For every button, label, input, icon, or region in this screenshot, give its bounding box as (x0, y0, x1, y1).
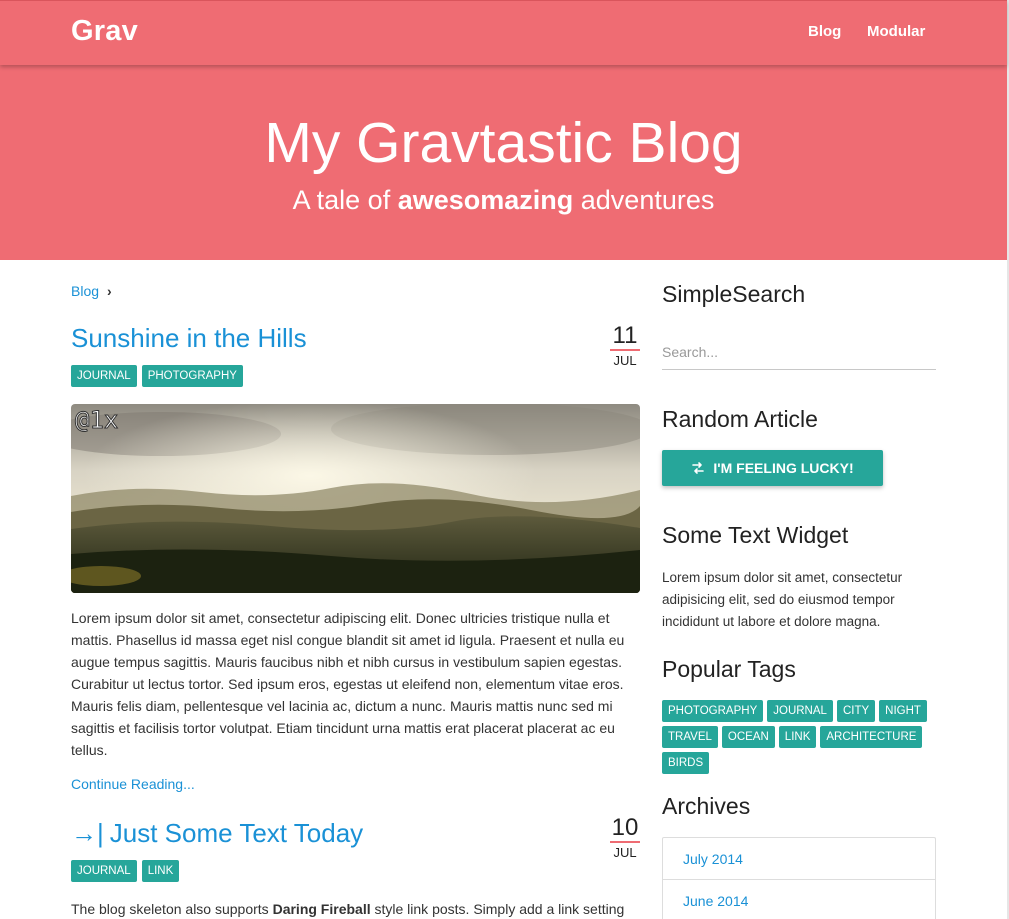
archives-heading: Archives (662, 793, 751, 819)
blog-subtitle: A tale of awesomazing adventures (292, 185, 715, 215)
tag-journal[interactable]: JOURNAL (767, 700, 833, 722)
tag-ocean[interactable]: OCEAN (721, 726, 775, 748)
tag-journal[interactable]: JOURNAL (71, 860, 137, 882)
tag-link[interactable]: LINK (141, 860, 180, 882)
search-input[interactable] (662, 334, 936, 370)
post-tags-1: JOURNAL PHOTOGRAPHY (71, 365, 243, 387)
hero-banner: My Gravtastic Blog A tale of awesomazing… (0, 65, 1007, 260)
post-date-month: JUL (613, 845, 637, 860)
feeling-lucky-label: I'M FEELING LUCKY! (713, 460, 854, 476)
post-excerpt-2: The blog skeleton also supports Daring F… (71, 901, 625, 917)
archives-list: July 2014 June 2014 (662, 837, 936, 919)
post-title-2-text: Just Some Text Today (109, 818, 364, 848)
popular-tags-heading: Popular Tags (662, 656, 796, 682)
site-logo[interactable]: Grav (71, 15, 138, 48)
continue-reading-link[interactable]: Continue Reading... (71, 776, 195, 792)
hills-landscape-image (71, 404, 640, 593)
post-date-day: 11 (610, 323, 640, 351)
breadcrumb-blog-link[interactable]: Blog (71, 283, 99, 299)
arrow-to-right-icon: →| (71, 818, 104, 848)
archive-item-june-2014[interactable]: June 2014 (663, 880, 935, 919)
tag-travel[interactable]: TRAVEL (662, 726, 718, 748)
tag-birds[interactable]: BIRDS (662, 752, 710, 774)
tag-city[interactable]: CITY (836, 700, 876, 722)
text-widget-heading: Some Text Widget (662, 522, 849, 548)
nav-link-blog[interactable]: Blog (808, 23, 841, 40)
top-navbar: Grav Blog Modular (0, 0, 1007, 65)
image-resolution-badge: @1x (74, 406, 119, 435)
nav-link-modular[interactable]: Modular (867, 23, 925, 40)
breadcrumb: Blog › (71, 283, 112, 299)
tag-photography[interactable]: PHOTOGRAPHY (141, 365, 243, 387)
post-title-1[interactable]: Sunshine in the Hills (71, 323, 307, 354)
tag-architecture[interactable]: ARCHITECTURE (820, 726, 923, 748)
breadcrumb-separator: › (107, 283, 112, 299)
text-widget-body: Lorem ipsum dolor sit amet, consectetur … (662, 570, 903, 629)
post-date-2: 10 JUL (610, 815, 640, 860)
random-article-heading: Random Article (662, 406, 818, 432)
post-date-day: 10 (610, 814, 640, 843)
tag-night[interactable]: NIGHT (879, 700, 927, 722)
post-excerpt-1: Lorem ipsum dolor sit amet, consectetur … (71, 610, 625, 758)
popular-tags-list: PHOTOGRAPHY JOURNAL CITY NIGHT TRAVEL OC… (662, 700, 942, 774)
shuffle-icon (692, 462, 705, 474)
post-date-1: 11 JUL (610, 323, 640, 368)
tag-link[interactable]: LINK (778, 726, 817, 748)
post-title-2[interactable]: →| Just Some Text Today (71, 818, 363, 849)
feeling-lucky-button[interactable]: I'M FEELING LUCKY! (662, 450, 883, 486)
archive-item-july-2014[interactable]: July 2014 (663, 838, 935, 880)
tag-journal[interactable]: JOURNAL (71, 365, 137, 387)
post-hero-image[interactable]: @1x (71, 404, 640, 593)
post-tags-2: JOURNAL LINK (71, 860, 180, 882)
blog-title: My Gravtastic Blog (264, 111, 743, 175)
post-date-month: JUL (613, 353, 637, 368)
tag-photography[interactable]: PHOTOGRAPHY (662, 700, 764, 722)
search-heading: SimpleSearch (662, 281, 806, 307)
